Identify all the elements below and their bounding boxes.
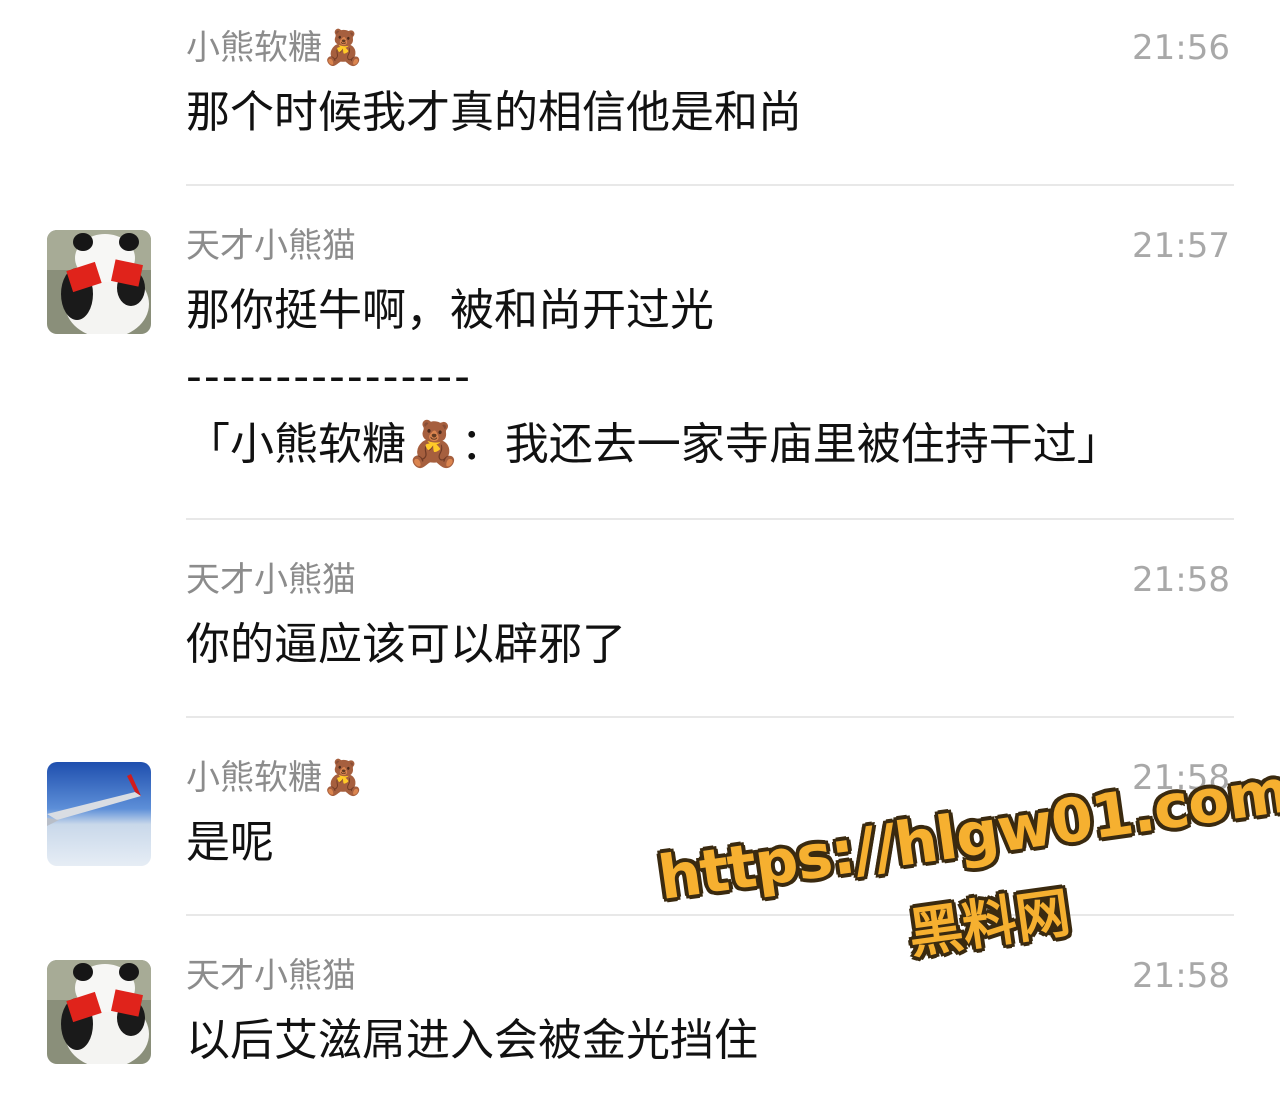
panda-avatar-icon — [47, 960, 151, 1064]
message-text: 是呢 — [186, 817, 274, 868]
sender-name: 小熊软糖🧸 — [186, 28, 365, 68]
message-time: 21:58 — [1132, 956, 1230, 996]
avatar[interactable] — [47, 960, 151, 1064]
sender-name: 小熊软糖🧸 — [186, 758, 365, 798]
message-time: 21:56 — [1132, 28, 1230, 68]
airplane-wing-avatar-icon — [47, 762, 151, 866]
message-time: 21:58 — [1132, 560, 1230, 600]
message-text: 那你挺牛啊，被和尚开过光 — [186, 285, 714, 336]
quoted-reply: 「小熊软糖🧸：我还去一家寺庙里被住持干过」 — [186, 419, 1121, 470]
sender-name: 天才小熊猫 — [186, 226, 356, 266]
message-text: 以后艾滋屌进入会被金光挡住 — [186, 1015, 758, 1066]
message-divider — [186, 716, 1234, 718]
panda-avatar-icon — [47, 230, 151, 334]
sender-name: 天才小熊猫 — [186, 956, 356, 996]
message-divider — [186, 184, 1234, 186]
avatar[interactable] — [47, 762, 151, 866]
watermark-name: 黑料网 — [904, 880, 1074, 966]
message-divider — [186, 914, 1234, 916]
chat-thread: 小熊软糖🧸 21:56 那个时候我才真的相信他是和尚 天才小熊猫 21:57 那… — [0, 0, 1280, 1097]
avatar[interactable] — [47, 230, 151, 334]
message-time: 21:58 — [1132, 758, 1230, 798]
message-text: 那个时候我才真的相信他是和尚 — [186, 87, 802, 138]
message-divider — [186, 518, 1234, 520]
message-time: 21:57 — [1132, 226, 1230, 266]
message-text: 你的逼应该可以辟邪了 — [186, 619, 626, 670]
sender-name: 天才小熊猫 — [186, 560, 356, 600]
quote-separator: ---------------- — [186, 351, 473, 402]
